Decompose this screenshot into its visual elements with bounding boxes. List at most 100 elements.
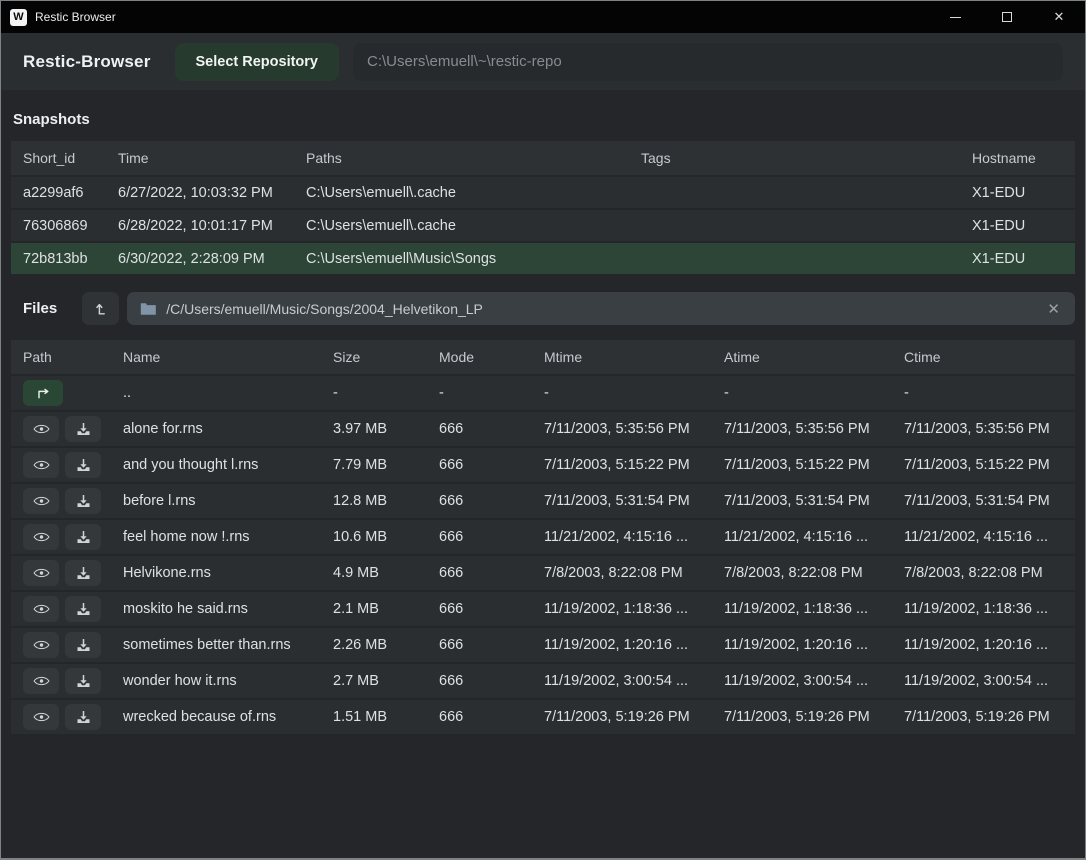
col-ctime: Ctime bbox=[904, 349, 1075, 365]
eye-icon bbox=[33, 422, 50, 436]
col-paths: Paths bbox=[306, 150, 641, 166]
preview-button[interactable] bbox=[23, 560, 59, 586]
file-mode: 666 bbox=[439, 565, 544, 581]
select-repository-button[interactable]: Select Repository bbox=[175, 43, 340, 81]
file-row: wrecked because of.rns 1.51 MB 666 7/11/… bbox=[11, 700, 1075, 734]
file-atime: 7/11/2003, 5:35:56 PM bbox=[724, 421, 904, 437]
repository-path-field[interactable]: C:\Users\emuell\~\restic-repo bbox=[353, 43, 1063, 81]
snapshot-short-id: 72b813bb bbox=[23, 251, 118, 267]
file-name: sometimes better than.rns bbox=[123, 637, 333, 653]
eye-icon bbox=[33, 602, 50, 616]
files-section-title: Files bbox=[23, 300, 57, 317]
col-name: Name bbox=[123, 349, 333, 365]
preview-button[interactable] bbox=[23, 632, 59, 658]
file-ctime: 11/19/2002, 1:20:16 ... bbox=[904, 637, 1075, 653]
snapshot-time: 6/30/2022, 2:28:09 PM bbox=[118, 251, 306, 267]
col-time: Time bbox=[118, 150, 306, 166]
download-button[interactable] bbox=[65, 632, 101, 658]
preview-button[interactable] bbox=[23, 452, 59, 478]
snapshot-row[interactable]: 76306869 6/28/2022, 10:01:17 PM C:\Users… bbox=[11, 210, 1075, 241]
download-button[interactable] bbox=[65, 668, 101, 694]
download-icon bbox=[76, 422, 91, 436]
file-mtime: 11/21/2002, 4:15:16 ... bbox=[544, 529, 724, 545]
folder-icon bbox=[140, 302, 156, 315]
file-name: alone for.rns bbox=[123, 421, 333, 437]
col-path: Path bbox=[23, 349, 123, 365]
file-mtime: 11/19/2002, 1:18:36 ... bbox=[544, 601, 724, 617]
download-button[interactable] bbox=[65, 524, 101, 550]
file-mtime: 7/11/2003, 5:35:56 PM bbox=[544, 421, 724, 437]
snapshot-row[interactable]: a2299af6 6/27/2022, 10:03:32 PM C:\Users… bbox=[11, 177, 1075, 208]
preview-button[interactable] bbox=[23, 488, 59, 514]
file-mode: 666 bbox=[439, 493, 544, 509]
download-button[interactable] bbox=[65, 452, 101, 478]
file-size: - bbox=[333, 385, 439, 401]
preview-button[interactable] bbox=[23, 668, 59, 694]
file-size: 7.79 MB bbox=[333, 457, 439, 473]
file-name: .. bbox=[123, 385, 333, 401]
file-atime: 11/19/2002, 3:00:54 ... bbox=[724, 673, 904, 689]
file-mode: 666 bbox=[439, 529, 544, 545]
file-name: wrecked because of.rns bbox=[123, 709, 333, 725]
up-l-arrow-icon bbox=[93, 301, 109, 317]
download-button[interactable] bbox=[65, 416, 101, 442]
file-mtime: 7/11/2003, 5:19:26 PM bbox=[544, 709, 724, 725]
file-atime: 7/8/2003, 8:22:08 PM bbox=[724, 565, 904, 581]
file-mtime: 11/19/2002, 3:00:54 ... bbox=[544, 673, 724, 689]
snapshots-section-title: Snapshots bbox=[13, 111, 1073, 128]
minimize-icon bbox=[950, 17, 961, 18]
download-button[interactable] bbox=[65, 488, 101, 514]
file-name: and you thought l.rns bbox=[123, 457, 333, 473]
close-button[interactable]: ✕ bbox=[1033, 1, 1085, 33]
download-button[interactable] bbox=[65, 560, 101, 586]
file-size: 2.26 MB bbox=[333, 637, 439, 653]
preview-button[interactable] bbox=[23, 596, 59, 622]
window-controls: ✕ bbox=[929, 1, 1085, 33]
app-icon: W bbox=[10, 9, 27, 26]
download-icon bbox=[76, 674, 91, 688]
col-short-id: Short_id bbox=[23, 150, 118, 166]
preview-button[interactable] bbox=[23, 416, 59, 442]
file-row: alone for.rns 3.97 MB 666 7/11/2003, 5:3… bbox=[11, 412, 1075, 446]
titlebar: W Restic Browser ✕ bbox=[1, 1, 1085, 33]
app-icon-letter: W bbox=[13, 11, 23, 23]
file-mtime: - bbox=[544, 385, 724, 401]
download-button[interactable] bbox=[65, 596, 101, 622]
file-size: 2.1 MB bbox=[333, 601, 439, 617]
snapshot-paths: C:\Users\emuell\Music\Songs bbox=[306, 251, 641, 267]
snapshot-hostname: X1-EDU bbox=[972, 185, 1075, 201]
file-mtime: 7/11/2003, 5:15:22 PM bbox=[544, 457, 724, 473]
clear-path-icon[interactable]: ✕ bbox=[1045, 300, 1062, 318]
col-tags: Tags bbox=[641, 150, 972, 166]
go-parent-button[interactable] bbox=[23, 380, 63, 406]
file-ctime: 7/11/2003, 5:15:22 PM bbox=[904, 457, 1075, 473]
app-window: W Restic Browser ✕ Restic-Browser Select… bbox=[0, 0, 1086, 860]
file-mode: 666 bbox=[439, 637, 544, 653]
file-mtime: 11/19/2002, 1:20:16 ... bbox=[544, 637, 724, 653]
navigate-up-button[interactable] bbox=[82, 292, 119, 325]
file-ctime: 7/8/2003, 8:22:08 PM bbox=[904, 565, 1075, 581]
file-mtime: 7/8/2003, 8:22:08 PM bbox=[544, 565, 724, 581]
col-atime: Atime bbox=[724, 349, 904, 365]
preview-button[interactable] bbox=[23, 704, 59, 730]
file-size: 12.8 MB bbox=[333, 493, 439, 509]
file-mode: 666 bbox=[439, 601, 544, 617]
preview-button[interactable] bbox=[23, 524, 59, 550]
download-button[interactable] bbox=[65, 704, 101, 730]
file-ctime: 11/21/2002, 4:15:16 ... bbox=[904, 529, 1075, 545]
snapshot-row-selected[interactable]: 72b813bb 6/30/2022, 2:28:09 PM C:\Users\… bbox=[11, 243, 1075, 274]
download-icon bbox=[76, 602, 91, 616]
file-ctime: 11/19/2002, 3:00:54 ... bbox=[904, 673, 1075, 689]
snapshots-table-header: Short_id Time Paths Tags Hostname bbox=[11, 141, 1075, 175]
maximize-button[interactable] bbox=[981, 1, 1033, 33]
file-row: and you thought l.rns 7.79 MB 666 7/11/2… bbox=[11, 448, 1075, 482]
maximize-icon bbox=[1002, 12, 1012, 22]
file-size: 3.97 MB bbox=[333, 421, 439, 437]
file-name: Helvikone.rns bbox=[123, 565, 333, 581]
file-row: feel home now !.rns 10.6 MB 666 11/21/20… bbox=[11, 520, 1075, 554]
eye-icon bbox=[33, 710, 50, 724]
files-table-header: Path Name Size Mode Mtime Atime Ctime bbox=[11, 340, 1075, 374]
eye-icon bbox=[33, 458, 50, 472]
minimize-button[interactable] bbox=[929, 1, 981, 33]
download-icon bbox=[76, 458, 91, 472]
